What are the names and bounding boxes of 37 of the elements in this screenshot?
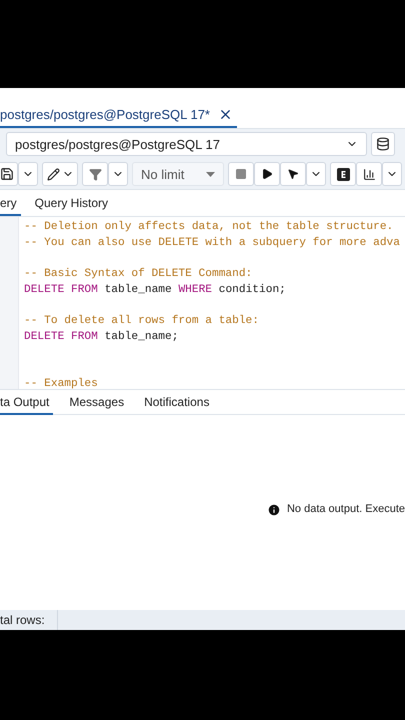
database-button[interactable] bbox=[371, 132, 395, 156]
run-button[interactable] bbox=[254, 162, 280, 186]
explain-button[interactable] bbox=[330, 162, 356, 186]
caret-icon bbox=[206, 172, 215, 176]
output-message: No data output. Execute bbox=[286, 503, 405, 515]
total-rows-label: tal rows: bbox=[0, 610, 58, 630]
play-icon bbox=[261, 168, 273, 180]
pencil-icon bbox=[46, 168, 60, 180]
info-icon bbox=[266, 503, 281, 517]
code-line: -- Basic Syntax of DELETE Command: bbox=[24, 267, 254, 282]
dropdown-button[interactable] bbox=[18, 162, 38, 186]
limit-select[interactable]: No limit bbox=[132, 162, 224, 186]
code-line: DELETE FROM table_name; bbox=[24, 330, 180, 345]
stop-icon bbox=[235, 168, 247, 180]
save-icon bbox=[0, 167, 14, 181]
filter-button[interactable] bbox=[82, 162, 108, 186]
chart-button[interactable] bbox=[356, 162, 382, 186]
code-line: -- Deletion only affects data, not the table structure. bbox=[24, 220, 394, 235]
code-line: -- You can also use DELETE with a subquery for more adva bbox=[24, 236, 401, 251]
filter-icon bbox=[88, 168, 102, 180]
code-line: DELETE FROM table_name WHERE condition; bbox=[24, 282, 287, 298]
editor-tab[interactable]: Query History bbox=[30, 192, 112, 216]
output-tab[interactable]: Notifications bbox=[140, 391, 214, 415]
bar-chart-icon bbox=[362, 168, 376, 180]
dropdown-button[interactable] bbox=[108, 162, 128, 186]
explain-icon bbox=[336, 168, 350, 180]
cursor-play-icon bbox=[287, 168, 299, 180]
output-tab[interactable]: Messages bbox=[65, 391, 128, 415]
code-line: -- Examples bbox=[24, 376, 99, 392]
run-script-button[interactable] bbox=[280, 162, 306, 186]
output-tab[interactable]: ta Output bbox=[0, 391, 54, 415]
database-icon bbox=[376, 137, 390, 151]
edit-button[interactable] bbox=[42, 162, 78, 186]
dropdown-button[interactable] bbox=[382, 162, 402, 186]
connection-select[interactable]: postgres/postgres@PostgreSQL 17 bbox=[6, 132, 367, 156]
code-line: -- To delete all rows from a table: bbox=[24, 314, 260, 330]
dropdown-button[interactable] bbox=[306, 162, 326, 186]
